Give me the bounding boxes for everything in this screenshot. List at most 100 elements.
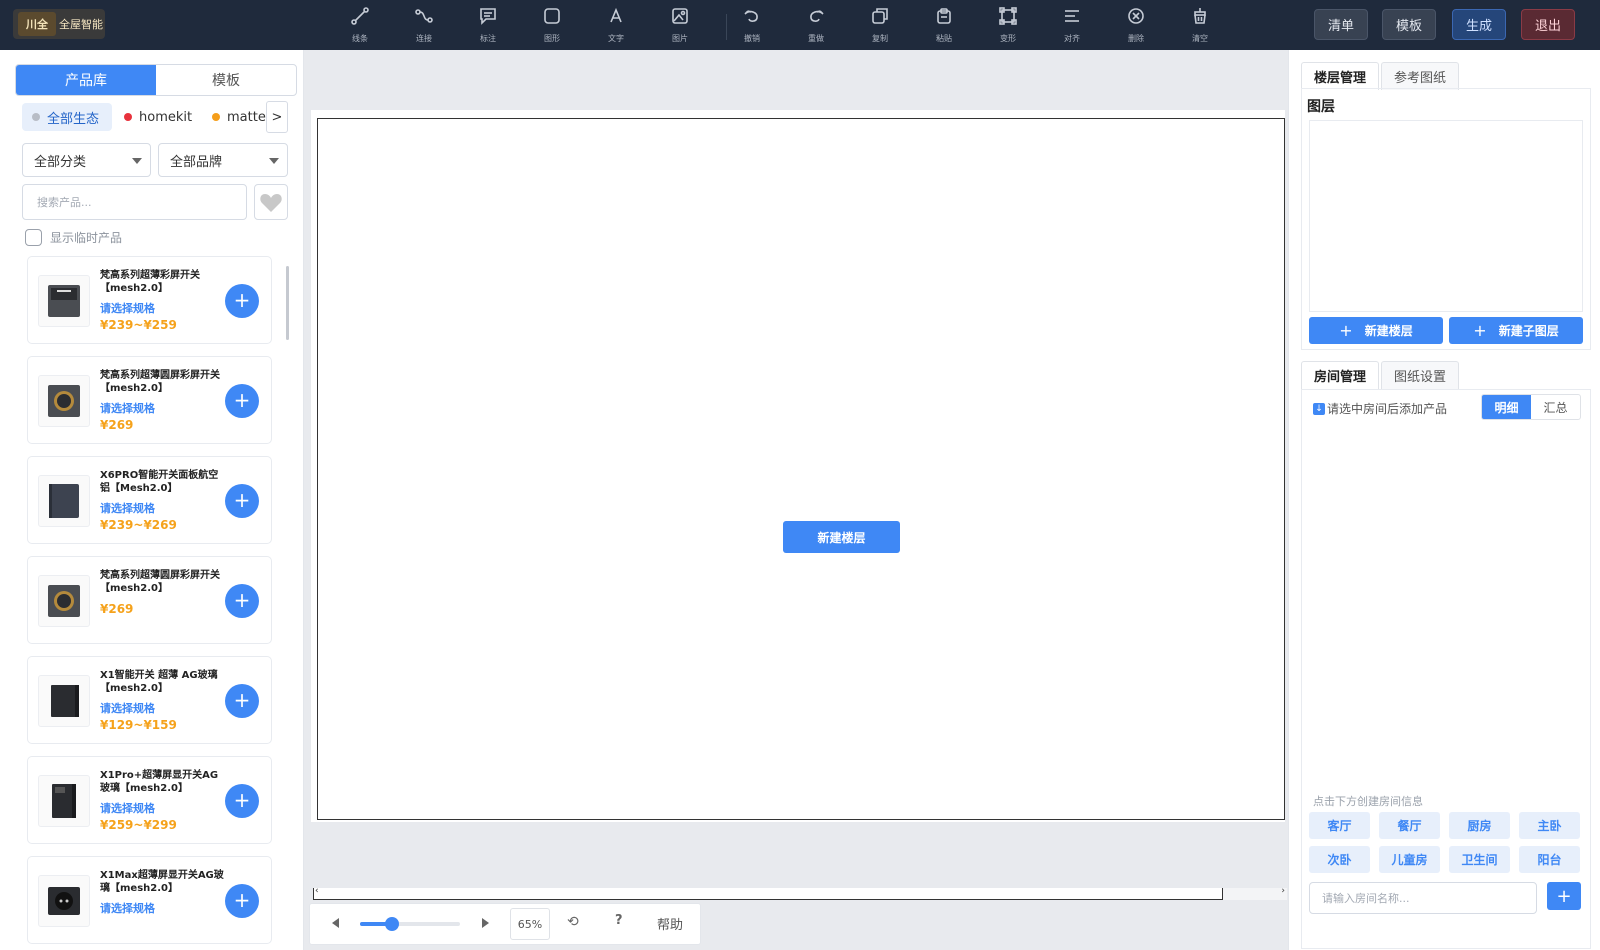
- exit-button[interactable]: 退出: [1521, 9, 1575, 40]
- zoom-next-icon[interactable]: [482, 918, 489, 928]
- add-floor-label: 新建楼层: [1364, 324, 1413, 338]
- help-link[interactable]: 帮助: [657, 914, 683, 933]
- tab-products[interactable]: 产品库: [16, 65, 156, 95]
- tool-annotate[interactable]: 标注: [458, 6, 518, 44]
- canvas-frame[interactable]: 新建楼层: [317, 118, 1285, 820]
- product-search-input[interactable]: [22, 184, 247, 220]
- product-list: 梵高系列超薄彩屏开关【mesh2.0】 请选择规格 ¥239~¥259 + 梵高…: [22, 256, 292, 950]
- eco-label: homekit: [139, 109, 193, 125]
- tool-undo[interactable]: 撤销: [722, 6, 782, 44]
- product-spec[interactable]: 请选择规格: [100, 900, 155, 916]
- product-thumbnail: [38, 475, 90, 527]
- category-select[interactable]: 全部分类: [22, 143, 151, 177]
- tool-label: 变形: [1000, 34, 1016, 43]
- top-toolbar: 川全 全屋智能 线条 连接 标注 图形 文字 图片 撤销 重做 复制 粘贴 变形…: [0, 0, 1600, 50]
- scroll-left-icon[interactable]: ‹: [315, 886, 319, 896]
- room-preset[interactable]: 卫生间: [1449, 846, 1510, 873]
- product-price: ¥239~¥269: [100, 518, 177, 532]
- tool-label: 线条: [352, 34, 368, 43]
- caret-down-icon: [269, 158, 279, 164]
- product-card[interactable]: X1Max超薄屏显开关AG玻璃【mesh2.0】 请选择规格 +: [27, 856, 272, 944]
- tool-redo[interactable]: 重做: [786, 6, 846, 44]
- list-button[interactable]: 清单: [1314, 9, 1368, 40]
- room-preset[interactable]: 次卧: [1309, 846, 1370, 873]
- product-card[interactable]: X6PRO智能开关面板航空铝【Mesh2.0】 请选择规格 ¥239~¥269 …: [27, 456, 272, 544]
- product-spec[interactable]: 请选择规格: [100, 700, 155, 716]
- add-sublayer-label: 新建子图层: [1498, 324, 1559, 338]
- product-card[interactable]: X1Pro+超薄屏显开关AG玻璃【mesh2.0】 请选择规格 ¥259~¥29…: [27, 756, 272, 844]
- tool-text[interactable]: 文字: [586, 6, 646, 44]
- room-preset[interactable]: 客厅: [1309, 812, 1370, 839]
- add-room-button[interactable]: +: [1547, 882, 1581, 910]
- tab-floor-management[interactable]: 楼层管理: [1301, 62, 1380, 90]
- toggle-detail[interactable]: 明细: [1482, 395, 1531, 419]
- scrollbar-thumb[interactable]: [313, 888, 1223, 900]
- list-scrollbar[interactable]: [286, 266, 289, 340]
- product-card[interactable]: X1智能开关 超薄 AG玻璃【mesh2.0】 请选择规格 ¥129~¥159 …: [27, 656, 272, 744]
- product-spec[interactable]: 请选择规格: [100, 300, 155, 316]
- zoom-slider[interactable]: [360, 917, 460, 931]
- zoom-slider-thumb[interactable]: [385, 917, 399, 931]
- brand-select[interactable]: 全部品牌: [158, 143, 288, 177]
- add-product-button[interactable]: +: [225, 384, 259, 418]
- eco-next-button[interactable]: >: [266, 101, 288, 133]
- reset-zoom-icon[interactable]: ⟲: [567, 914, 579, 930]
- room-preset[interactable]: 厨房: [1449, 812, 1510, 839]
- tool-copy[interactable]: 复制: [850, 6, 910, 44]
- tool-align[interactable]: 对齐: [1042, 6, 1102, 44]
- delete-icon: [1106, 6, 1166, 30]
- new-floor-button[interactable]: 新建楼层: [783, 521, 900, 553]
- caret-down-icon: [132, 158, 142, 164]
- add-floor-button[interactable]: + 新建楼层: [1309, 317, 1443, 344]
- add-product-button[interactable]: +: [225, 284, 259, 318]
- room-hint-text: 请选中房间后添加产品: [1327, 402, 1448, 416]
- add-product-button[interactable]: +: [225, 784, 259, 818]
- add-product-button[interactable]: +: [225, 584, 259, 618]
- product-card[interactable]: 梵高系列超薄圆屏彩屏开关【mesh2.0】 ¥269 +: [27, 556, 272, 644]
- add-product-button[interactable]: +: [225, 484, 259, 518]
- horizontal-scrollbar[interactable]: ‹ ›: [313, 886, 1287, 900]
- tool-line[interactable]: 线条: [330, 6, 390, 44]
- add-sublayer-button[interactable]: + 新建子图层: [1449, 317, 1583, 344]
- tool-connect[interactable]: 连接: [394, 6, 454, 44]
- shape-icon: [522, 6, 582, 30]
- tab-reference-drawing[interactable]: 参考图纸: [1381, 62, 1460, 90]
- tool-shape[interactable]: 图形: [522, 6, 582, 44]
- eco-dot: [212, 113, 220, 121]
- room-preset[interactable]: 餐厅: [1379, 812, 1440, 839]
- toggle-summary[interactable]: 汇总: [1531, 395, 1580, 419]
- question-icon[interactable]: ?: [615, 913, 623, 928]
- tool-clear[interactable]: 清空: [1170, 6, 1230, 44]
- eco-filter-all[interactable]: 全部生态: [22, 103, 112, 131]
- room-preset[interactable]: 阳台: [1519, 846, 1580, 873]
- product-spec[interactable]: 请选择规格: [100, 800, 155, 816]
- product-spec[interactable]: 请选择规格: [100, 400, 155, 416]
- favorites-button[interactable]: [254, 184, 288, 220]
- product-spec[interactable]: 请选择规格: [100, 500, 155, 516]
- tool-image[interactable]: 图片: [650, 6, 710, 44]
- clear-icon: [1170, 6, 1230, 30]
- product-card[interactable]: 梵高系列超薄彩屏开关【mesh2.0】 请选择规格 ¥239~¥259 +: [27, 256, 272, 344]
- zoom-prev-icon[interactable]: [332, 918, 339, 928]
- tool-paste[interactable]: 粘贴: [914, 6, 974, 44]
- room-preset[interactable]: 儿童房: [1379, 846, 1440, 873]
- generate-button[interactable]: 生成: [1452, 9, 1506, 40]
- tab-templates[interactable]: 模板: [156, 65, 296, 95]
- eco-filter-matter[interactable]: matter: [212, 103, 271, 131]
- show-temp-checkbox[interactable]: 显示临时产品: [25, 229, 122, 246]
- scroll-right-icon[interactable]: ›: [1281, 886, 1285, 896]
- add-product-button[interactable]: +: [225, 884, 259, 918]
- room-name-input[interactable]: [1309, 882, 1537, 914]
- tool-transform[interactable]: 变形: [978, 6, 1038, 44]
- tab-drawing-settings[interactable]: 图纸设置: [1381, 361, 1460, 389]
- add-product-button[interactable]: +: [225, 684, 259, 718]
- eco-filter-homekit[interactable]: homekit: [124, 103, 192, 131]
- product-card[interactable]: 梵高系列超薄圆屏彩屏开关【mesh2.0】 请选择规格 ¥269 +: [27, 356, 272, 444]
- tool-delete[interactable]: 删除: [1106, 6, 1166, 44]
- template-button[interactable]: 模板: [1382, 9, 1436, 40]
- product-name: 梵高系列超薄圆屏彩屏开关【mesh2.0】: [100, 370, 220, 394]
- room-preset[interactable]: 主卧: [1519, 812, 1580, 839]
- image-icon: [650, 6, 710, 30]
- tab-room-management[interactable]: 房间管理: [1301, 361, 1380, 389]
- app-logo: 川全 全屋智能: [13, 9, 105, 39]
